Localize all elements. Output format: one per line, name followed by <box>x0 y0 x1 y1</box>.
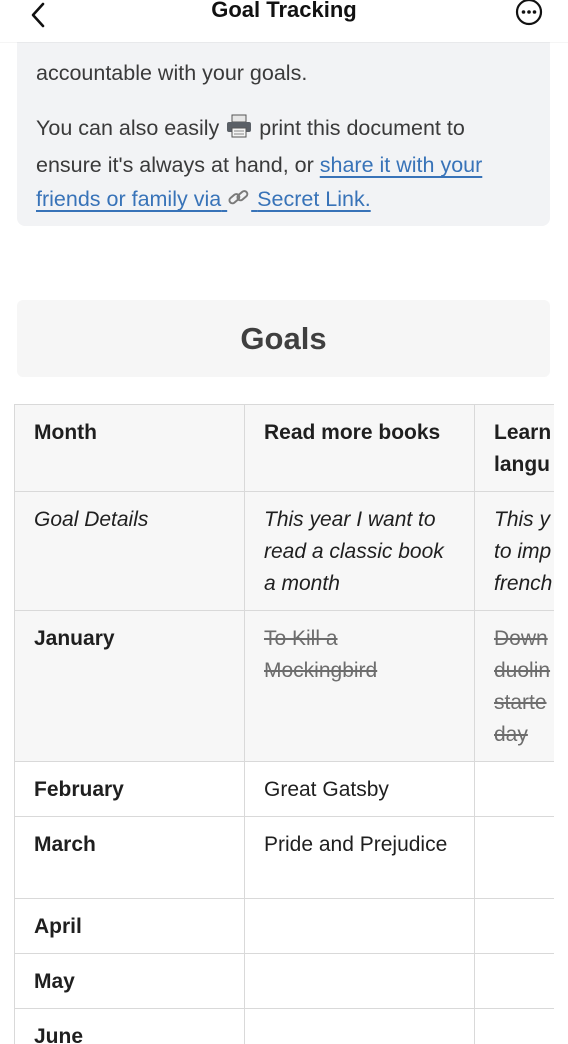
month-february[interactable]: February <box>15 762 245 817</box>
cell-april-language[interactable] <box>475 899 555 954</box>
goals-table: Month Read more books Learn langu Goal D… <box>14 404 554 1044</box>
header-month[interactable]: Month <box>15 405 245 492</box>
table-row: March Pride and Prejudice <box>15 817 555 899</box>
cell-may-language[interactable] <box>475 954 555 1009</box>
header-learn-language-text: Learn langu <box>494 417 554 481</box>
cell-february-books[interactable]: Great Gatsby <box>245 762 475 817</box>
month-april[interactable]: April <box>15 899 245 954</box>
goal-details-row: Goal Details This year I want to read a … <box>15 492 555 611</box>
header-learn-language[interactable]: Learn langu <box>475 405 555 492</box>
month-january[interactable]: January <box>15 611 245 762</box>
callout-text-1: accountable with your goals. <box>36 61 307 85</box>
more-circle-icon <box>515 0 543 28</box>
details-learn-language[interactable]: This y to imp french <box>475 492 555 611</box>
callout-text-2a: You can also easily <box>36 116 219 140</box>
callout-paragraph-2: You can also easily print this document … <box>36 111 526 219</box>
cell-february-language[interactable] <box>475 762 555 817</box>
table-row: June <box>15 1009 555 1044</box>
more-options-button[interactable] <box>514 0 544 28</box>
top-navigation-bar: Goal Tracking <box>0 0 568 42</box>
table-row: May <box>15 954 555 1009</box>
month-may[interactable]: May <box>15 954 245 1009</box>
callout-body: accountable with your goals. You can als… <box>36 56 526 240</box>
header-read-more-books[interactable]: Read more books <box>245 405 475 492</box>
secret-link-text: Secret Link. <box>257 187 371 211</box>
cell-june-language[interactable] <box>475 1009 555 1044</box>
january-book-text: To Kill a Mockingbird <box>264 627 377 682</box>
cell-march-language[interactable] <box>475 817 555 899</box>
link-icon <box>227 185 251 219</box>
cell-january-books[interactable]: To Kill a Mockingbird <box>245 611 475 762</box>
month-march[interactable]: March <box>15 817 245 899</box>
goals-heading-block: Goals <box>17 300 550 377</box>
goals-table-scroll[interactable]: Month Read more books Learn langu Goal D… <box>14 404 554 1044</box>
cell-march-books[interactable]: Pride and Prejudice <box>245 817 475 899</box>
table-header-row: Month Read more books Learn langu <box>15 405 555 492</box>
cell-june-books[interactable] <box>245 1009 475 1044</box>
printer-icon <box>225 114 253 148</box>
table-row: April <box>15 899 555 954</box>
month-june[interactable]: June <box>15 1009 245 1044</box>
table-row: January To Kill a Mockingbird Down duoli… <box>15 611 555 762</box>
callout-paragraph-1: accountable with your goals. <box>36 56 526 90</box>
info-callout: accountable with your goals. You can als… <box>17 42 550 226</box>
details-read-more-books[interactable]: This year I want to read a classic book … <box>245 492 475 611</box>
cell-january-language[interactable]: Down duolin starte day <box>475 611 555 762</box>
cell-april-books[interactable] <box>245 899 475 954</box>
cell-may-books[interactable] <box>245 954 475 1009</box>
details-learn-language-text: This y to imp french <box>494 504 554 600</box>
table-row: February Great Gatsby <box>15 762 555 817</box>
details-label[interactable]: Goal Details <box>15 492 245 611</box>
goals-title: Goals <box>240 321 326 357</box>
january-language-text: Down duolin starte day <box>494 623 554 751</box>
page-title: Goal Tracking <box>0 0 568 23</box>
